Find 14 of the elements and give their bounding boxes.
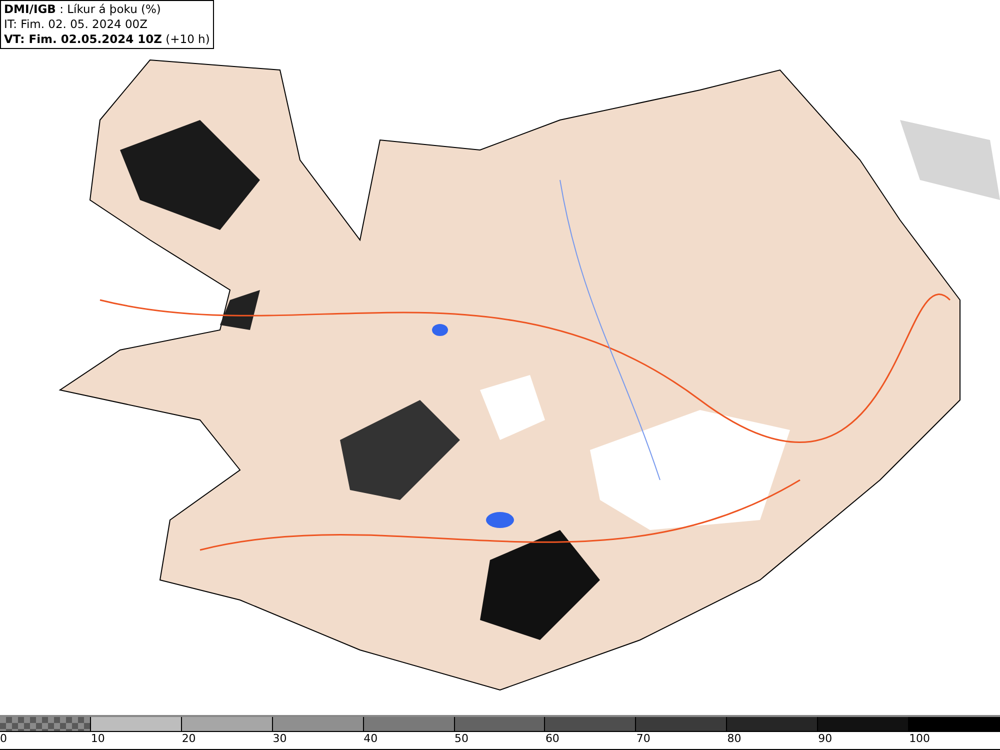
legend-label: 20 [182,732,196,746]
legend-label: 60 [545,732,560,746]
header-line: DMI/IGB : Líkur á þoku (%) [4,2,162,17]
legend-label: 70 [636,732,650,746]
legend-label: 10 [90,732,105,746]
legend-label: 100 [909,732,930,746]
header-line: IT: Fim. 02. 05. 2024 00Z [4,17,148,32]
legend-label: 40 [364,732,378,746]
legend-label: 80 [727,732,742,746]
legend-label: 50 [454,732,469,746]
header-line: VT: Fim. 02.05.2024 10Z (+10 h) [4,32,210,47]
legend-label: 30 [272,732,287,746]
legend-label: 90 [818,732,832,746]
legend-label: 0 [0,732,7,746]
